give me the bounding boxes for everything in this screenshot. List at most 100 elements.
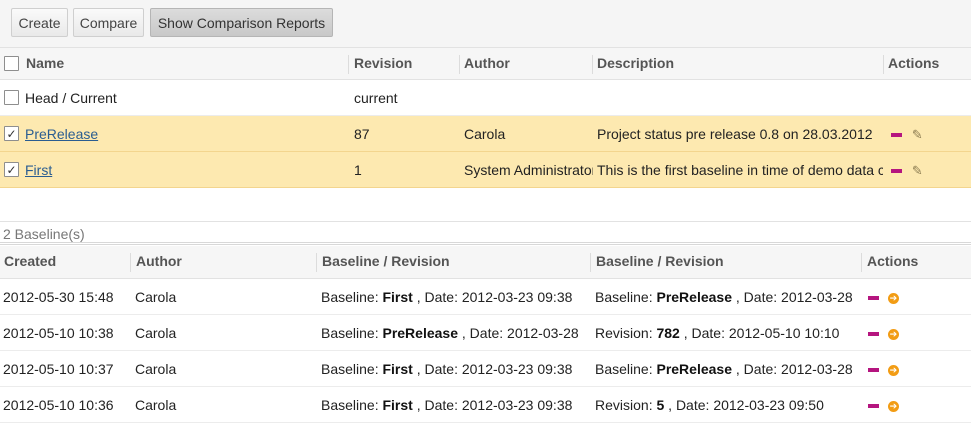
baseline-count-summary: 2 Baseline(s) [0,221,971,245]
row-actions: ✎ [891,152,931,188]
report-left-ref: Baseline: First , Date: 2012-03-23 09:38 [321,279,589,315]
baseline-author: System Administrator [464,162,593,178]
ref-date-label: , Date: [683,325,725,341]
report-row: 2012-05-30 15:48 Carola Baseline: First … [0,279,971,315]
report-created: 2012-05-10 10:38 [3,325,114,341]
ref-kind: Revision: [595,397,653,413]
ref-kind: Baseline: [321,325,379,341]
ref-date: 2012-03-28 [781,289,853,305]
column-header-created[interactable]: Created [4,246,56,277]
column-divider [316,253,317,272]
report-author: Carola [135,289,177,305]
column-header-baseline-revision-1[interactable]: Baseline / Revision [322,246,450,277]
column-divider [590,253,591,272]
table-row: Head / Current current [0,80,971,116]
baseline-name: PreRelease [25,116,345,152]
ref-name: PreRelease [656,289,732,305]
ref-name: PreRelease [382,325,458,341]
column-header-actions: Actions [888,55,940,71]
select-all-checkbox[interactable] [4,56,19,71]
row-checkbox[interactable]: ✓ [4,162,19,177]
baseline-link[interactable]: PreRelease [25,126,98,142]
report-right-ref: Revision: 5 , Date: 2012-03-23 09:50 [595,387,861,423]
ref-kind: Baseline: [595,289,653,305]
pencil-icon[interactable]: ✎ [912,117,923,152]
ref-name: 782 [656,325,680,341]
column-header-author[interactable]: Author [464,48,510,79]
ref-name: First [382,397,413,413]
report-right-ref: Baseline: PreRelease , Date: 2012-03-28 [595,279,861,315]
minus-icon[interactable] [891,169,902,174]
baseline-link[interactable]: First [25,162,52,178]
ref-date-label: , Date: [416,397,458,413]
column-divider [883,55,884,74]
ref-kind: Baseline: [595,361,653,377]
column-header-description[interactable]: Description [597,48,674,79]
ref-name: First [382,361,413,377]
ref-kind: Baseline: [321,397,379,413]
baselines-table-header: Name Revision Author Description Actions [0,47,971,80]
minus-icon[interactable] [868,368,879,373]
report-right-ref: Baseline: PreRelease , Date: 2012-03-28 [595,351,861,387]
row-actions: ➔ [868,315,908,351]
arrow-right-circle-icon[interactable]: ➔ [887,292,899,304]
report-created: 2012-05-30 15:48 [3,289,114,305]
toolbar: Create Compare Show Comparison Reports [0,0,971,47]
baseline-revision: current [354,90,398,106]
column-header-name[interactable]: Name [26,48,64,79]
report-row: 2012-05-10 10:38 Carola Baseline: PreRel… [0,315,971,351]
compare-button[interactable]: Compare [73,8,144,37]
minus-icon[interactable] [868,296,879,301]
ref-date-label: , Date: [668,397,710,413]
report-left-ref: Baseline: First , Date: 2012-03-23 09:38 [321,351,589,387]
report-author: Carola [135,397,177,413]
row-checkbox[interactable]: ✓ [4,126,19,141]
report-author: Carola [135,325,177,341]
ref-date-label: , Date: [416,361,458,377]
ref-kind: Baseline: [321,361,379,377]
ref-date: 2012-03-23 09:50 [713,397,824,413]
ref-name: PreRelease [656,361,732,377]
ref-date-label: , Date: [735,361,778,377]
ref-name: 5 [656,397,665,413]
report-created: 2012-05-10 10:37 [3,361,114,377]
column-header-actions: Actions [867,253,919,269]
ref-date: 2012-03-23 09:38 [461,361,573,377]
column-divider [348,55,349,74]
create-button[interactable]: Create [11,8,68,37]
row-actions: ➔ [868,351,908,387]
arrow-right-circle-icon[interactable]: ➔ [887,364,899,376]
minus-icon[interactable] [891,133,902,138]
column-header-baseline-revision-2[interactable]: Baseline / Revision [596,246,724,277]
column-divider [592,55,593,74]
ref-date: 2012-03-28 [781,361,853,377]
ref-kind: Revision: [595,325,653,341]
column-header-revision[interactable]: Revision [354,48,412,79]
baseline-revision: 87 [354,126,370,142]
baseline-revision: 1 [354,162,362,178]
row-checkbox[interactable] [4,90,19,105]
report-author: Carola [135,361,177,377]
baseline-author: Carola [464,126,506,142]
baseline-count: 2 Baseline(s) [3,226,85,242]
row-actions: ✎ [891,116,931,152]
report-row: 2012-05-10 10:37 Carola Baseline: First … [0,351,971,387]
arrow-right-circle-icon[interactable]: ➔ [887,400,899,412]
column-header-author[interactable]: Author [136,246,182,277]
ref-date: 2012-05-10 10:10 [728,325,840,341]
row-actions: ➔ [868,279,908,315]
minus-icon[interactable] [868,332,879,337]
minus-icon[interactable] [868,404,879,409]
column-divider [459,55,460,74]
column-divider [130,253,131,272]
ref-date-label: , Date: [461,325,504,341]
pencil-icon[interactable]: ✎ [912,153,923,188]
report-created: 2012-05-10 10:36 [3,397,114,413]
reports-table-header: Created Author Baseline / Revision Basel… [0,246,971,279]
show-comparison-reports-button[interactable]: Show Comparison Reports [150,8,333,37]
baseline-description: Project status pre release 0.8 on 28.03.… [597,126,873,142]
table-row: ✓ PreRelease 87 Carola Project status pr… [0,116,971,152]
report-left-ref: Baseline: PreRelease , Date: 2012-03-28 [321,315,589,351]
arrow-right-circle-icon[interactable]: ➔ [887,328,899,340]
report-left-ref: Baseline: First , Date: 2012-03-23 09:38 [321,387,589,423]
